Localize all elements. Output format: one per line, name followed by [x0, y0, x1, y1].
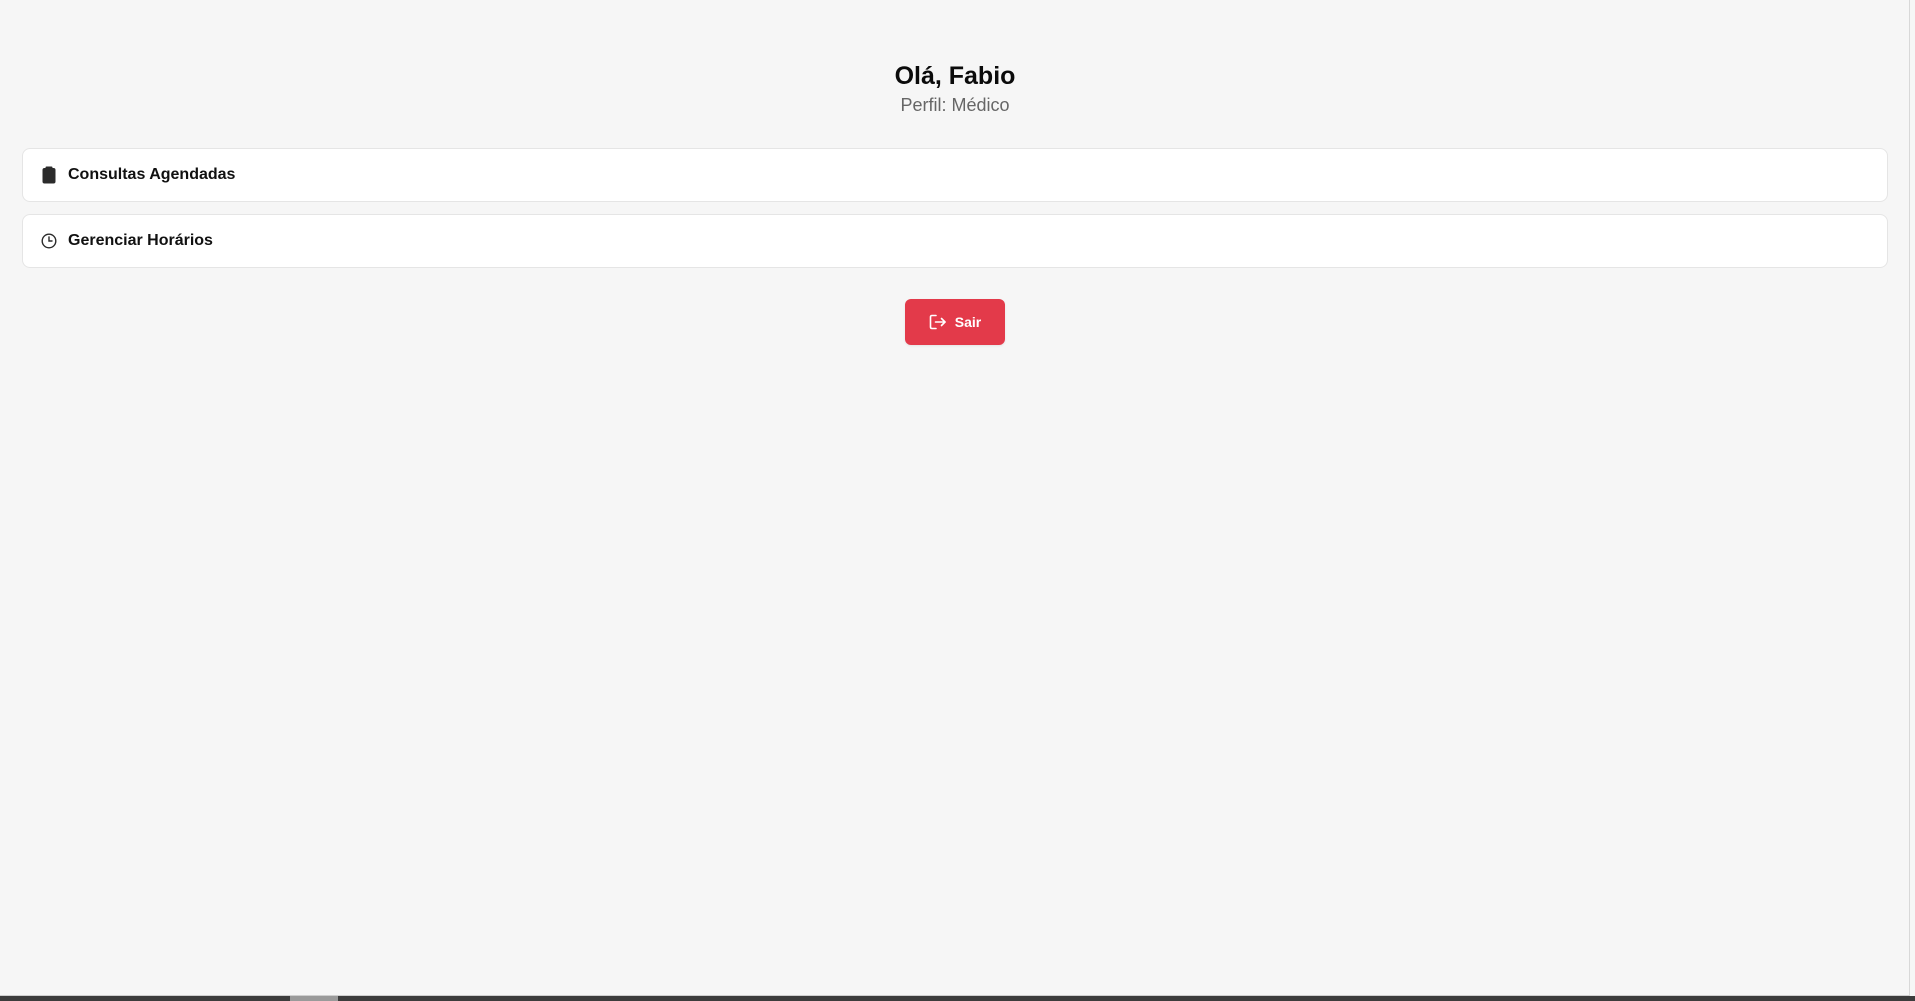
header: Olá, Fabio Perfil: Médico — [0, 60, 1910, 116]
greeting-title: Olá, Fabio — [894, 62, 1016, 90]
menu-item-gerenciar-horarios[interactable]: Gerenciar Horários — [22, 214, 1888, 268]
horizontal-scrollbar-thumb[interactable] — [290, 996, 338, 1001]
logout-container: Sair — [0, 299, 1910, 345]
clipboard-icon — [41, 166, 57, 184]
menu: Consultas Agendadas Gerenciar Horários — [22, 148, 1888, 280]
profile-subtitle: Perfil: Médico — [900, 95, 1010, 115]
logout-label: Sair — [954, 314, 982, 330]
menu-item-label: Consultas Agendadas — [68, 166, 236, 183]
window-bottom-edge — [0, 996, 1915, 1001]
logout-button[interactable]: Sair — [905, 299, 1005, 345]
app-page: Olá, Fabio Perfil: Médico Consultas Agen… — [0, 0, 1910, 996]
menu-item-consultas-agendadas[interactable]: Consultas Agendadas — [22, 148, 1888, 202]
menu-item-label: Gerenciar Horários — [68, 232, 213, 249]
sign-out-icon — [929, 314, 947, 330]
clock-icon — [41, 232, 57, 250]
